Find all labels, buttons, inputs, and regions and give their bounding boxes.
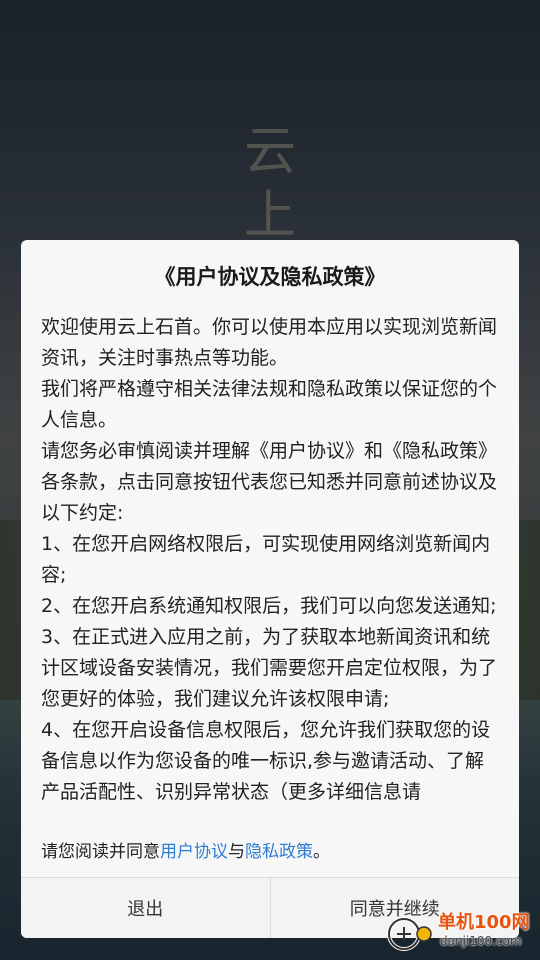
- app-screen: 云上 《用户协议及隐私政策》 欢迎使用云上石首。你可以使用本应用以实现浏览新闻资…: [0, 0, 540, 960]
- agreement-paragraph: 请您务必审慎阅读并理解《用户协议》和《隐私政策》各条款，点击同意按钮代表您已知悉…: [41, 440, 498, 524]
- agreement-paragraph: 1、在您开启网络权限后，可实现使用网络浏览新闻内容;: [41, 533, 491, 586]
- watermark-site-name: 单机100网: [438, 912, 530, 933]
- watermark-logo-icon: [387, 917, 432, 951]
- consent-line: 请您阅读并同意用户协议与隐私政策。: [41, 838, 330, 866]
- privacy-agreement-dialog: 《用户协议及隐私政策》 欢迎使用云上石首。你可以使用本应用以实现浏览新闻资讯，关…: [21, 240, 519, 938]
- user-agreement-link[interactable]: 用户协议: [160, 842, 228, 862]
- dialog-title: 《用户协议及隐私政策》: [154, 265, 386, 289]
- agreement-paragraph: 欢迎使用云上石首。你可以使用本应用以实现浏览新闻资讯，关注时事热点等功能。: [41, 316, 498, 369]
- agreement-paragraph: 我们将严格遵守相关法律法规和隐私政策以保证您的个人信息。: [41, 378, 498, 431]
- agreement-paragraph: 4、在您开启设备信息权限后，您允许我们获取您的设备信息以作为您设备的唯一标识,参…: [41, 719, 491, 803]
- exit-button[interactable]: 退出: [21, 878, 270, 938]
- agreement-text-scroll[interactable]: 欢迎使用云上石首。你可以使用本应用以实现浏览新闻资讯，关注时事热点等功能。 我们…: [41, 312, 501, 826]
- watermark-site-url: danji100.com: [440, 934, 522, 948]
- site-watermark: 单机100网 danji100.com: [384, 908, 534, 956]
- agreement-paragraph: 2、在您开启系统通知权限后，我们可以向您发送通知;: [41, 595, 497, 617]
- privacy-policy-link[interactable]: 隐私政策: [245, 842, 313, 862]
- consent-suffix: 。: [313, 842, 330, 862]
- agreement-paragraph: 3、在正式进入应用之前，为了获取本地新闻资讯和统计区域设备安装情况，我们需要您开…: [41, 626, 498, 710]
- consent-connector: 与: [228, 842, 245, 862]
- consent-prefix: 请您阅读并同意: [41, 842, 160, 862]
